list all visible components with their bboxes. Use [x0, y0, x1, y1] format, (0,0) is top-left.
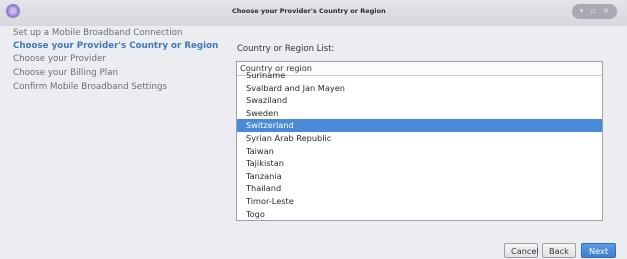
list-item[interactable]: Timor-Leste [237, 195, 602, 208]
country-rows: Suriname Svalbard and Jan Mayen Swazilan… [237, 69, 602, 220]
maximize-icon[interactable]: ▫ [591, 8, 596, 15]
step-setup: Set up a Mobile Broadband Connection [13, 28, 183, 38]
next-button[interactable]: Next [581, 243, 616, 258]
window-title: Choose your Provider's Country or Region [232, 7, 386, 15]
step-country-region: Choose your Provider's Country or Region [13, 41, 219, 51]
close-icon[interactable]: ✕ [603, 8, 609, 15]
list-item[interactable]: Svalbard and Jan Mayen [237, 82, 602, 95]
list-item[interactable]: Tajikistan [237, 157, 602, 170]
list-item[interactable]: Tanzania [237, 170, 602, 183]
wizard-steps-sidebar: Set up a Mobile Broadband Connection Cho… [0, 26, 222, 259]
list-item[interactable]: Taiwan [237, 145, 602, 158]
app-icon [6, 4, 20, 18]
list-item[interactable]: Syrian Arab Republic [237, 132, 602, 145]
list-item[interactable]: Swaziland [237, 94, 602, 107]
list-item-selected[interactable]: Switzerland [237, 119, 602, 132]
list-item[interactable]: Thailand [237, 182, 602, 195]
step-provider: Choose your Provider [13, 54, 106, 64]
list-item[interactable]: Suriname [237, 69, 602, 82]
step-billing-plan: Choose your Billing Plan [13, 68, 119, 78]
back-button[interactable]: Back [542, 243, 576, 258]
step-confirm: Confirm Mobile Broadband Settings [13, 82, 168, 92]
minimize-icon[interactable]: ▾ [580, 8, 584, 15]
window-controls: ▾ ▫ ✕ [572, 4, 617, 19]
main-panel: Country or Region List: Country or regio… [224, 26, 627, 259]
country-list-label: Country or Region List: [237, 44, 335, 54]
title-bar: Choose your Provider's Country or Region… [0, 0, 627, 26]
country-listbox[interactable]: Country or region Suriname Svalbard and … [236, 61, 603, 221]
list-item[interactable]: Togo [237, 208, 602, 220]
cancel-button[interactable]: Cancel [504, 243, 539, 258]
list-item[interactable]: Sweden [237, 107, 602, 120]
